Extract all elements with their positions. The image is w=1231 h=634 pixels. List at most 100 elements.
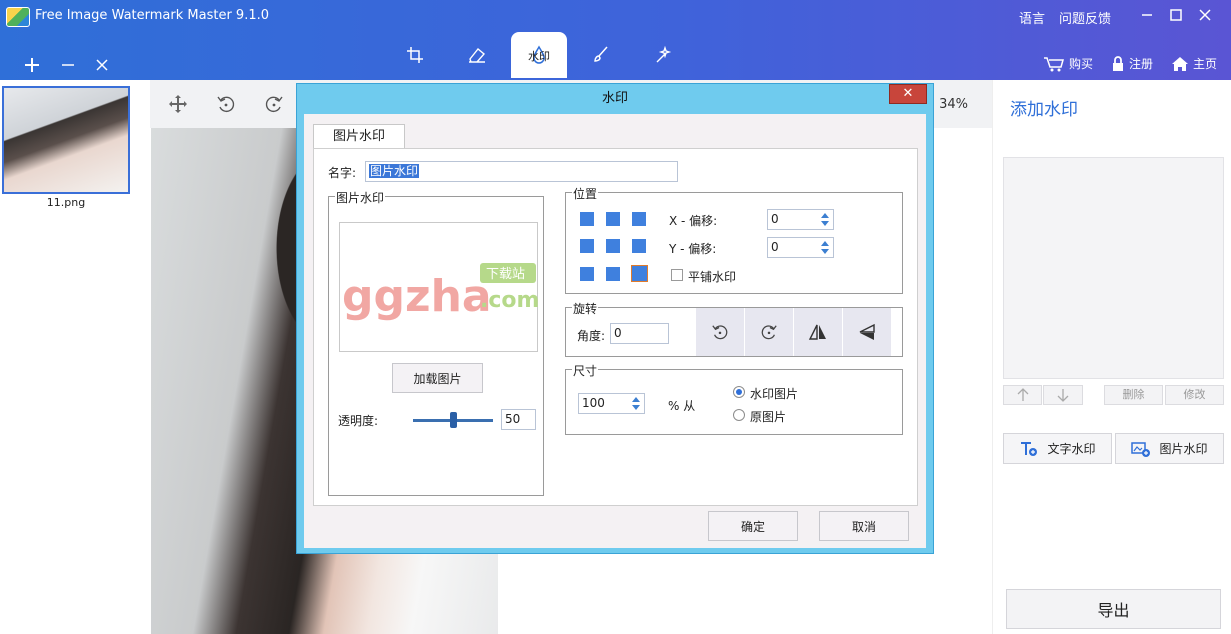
home-button[interactable]: 主页 bbox=[1171, 55, 1217, 72]
crop-icon bbox=[407, 47, 423, 63]
app-window: Free Image Watermark Master 9.1.0 语言 问题反… bbox=[0, 0, 1231, 634]
cart-icon bbox=[1043, 56, 1064, 71]
position-group-title: 位置 bbox=[572, 185, 599, 202]
rotate-left-icon[interactable] bbox=[202, 80, 250, 128]
watermark-list[interactable] bbox=[1003, 157, 1224, 379]
dialog-content: 名字: 图片水印 图片水印 ggzha 下载站 .com 加载图片 透明度: 5… bbox=[313, 148, 918, 506]
panel-title: 添加水印 bbox=[1010, 100, 1078, 120]
size-value: 100 bbox=[582, 396, 605, 410]
add-text-watermark-button[interactable]: 文字水印 bbox=[1003, 433, 1112, 464]
rotate-right-button[interactable] bbox=[745, 308, 793, 356]
logo-badge-text: 下载站 bbox=[486, 267, 525, 282]
tab-watermark[interactable]: 水印 bbox=[511, 32, 567, 78]
ok-button[interactable]: 确定 bbox=[708, 511, 798, 541]
size-input[interactable]: 100 bbox=[578, 393, 645, 414]
add-icon[interactable] bbox=[22, 56, 42, 76]
spinner-arrows-icon[interactable] bbox=[630, 395, 642, 412]
watermark-dialog: 水印 ✕ 图片水印 名字: 图片水印 图片水印 ggzha 下载站 .com 加… bbox=[296, 83, 934, 554]
logo-sub-text: .com bbox=[480, 288, 539, 313]
angle-label: 角度: bbox=[577, 329, 606, 343]
spinner-arrows-icon[interactable] bbox=[819, 239, 831, 256]
title-links: 语言 问题反馈 bbox=[1019, 8, 1111, 27]
move-icon[interactable] bbox=[154, 80, 202, 128]
close-icon[interactable] bbox=[1196, 9, 1214, 27]
y-offset-label: Y - 偏移: bbox=[669, 242, 717, 256]
export-button[interactable]: 导出 bbox=[1006, 589, 1221, 629]
add-image-watermark-button[interactable]: 图片水印 bbox=[1115, 433, 1224, 464]
cancel-button[interactable]: 取消 bbox=[819, 511, 909, 541]
register-button[interactable]: 注册 bbox=[1111, 55, 1153, 72]
text-add-icon bbox=[1021, 441, 1038, 456]
lock-icon bbox=[1112, 55, 1123, 71]
app-logo-icon bbox=[6, 7, 30, 27]
position-top-center[interactable] bbox=[606, 212, 620, 226]
radio-watermark-image[interactable] bbox=[733, 386, 745, 398]
position-top-right[interactable] bbox=[632, 212, 646, 226]
rotate-group: 旋转 角度: 0 bbox=[565, 300, 903, 357]
flip-vertical-icon bbox=[859, 323, 875, 340]
watermark-logo-image: ggzha 下载站 .com bbox=[342, 263, 539, 322]
file-thumbnail[interactable] bbox=[2, 86, 130, 194]
radio-watermark-label: 水印图片 bbox=[750, 387, 799, 401]
app-title: Free Image Watermark Master 9.1.0 bbox=[35, 8, 270, 23]
position-middle-center[interactable] bbox=[606, 239, 620, 253]
watermark-panel: 添加水印 删除 修改 文字水印 图片水印 导出 bbox=[992, 80, 1231, 634]
rotate-right-icon[interactable] bbox=[250, 80, 298, 128]
name-input[interactable]: 图片水印 bbox=[365, 161, 678, 182]
position-middle-right[interactable] bbox=[632, 239, 646, 253]
text-watermark-label: 文字水印 bbox=[1047, 442, 1096, 456]
tab-eraser[interactable] bbox=[449, 32, 505, 78]
file-name: 11.png bbox=[46, 196, 86, 209]
x-offset-input[interactable]: 0 bbox=[767, 209, 834, 230]
tab-brush[interactable] bbox=[573, 32, 629, 78]
position-group: 位置 X - 偏移: 0 Y - 偏移: 0 平铺水印 bbox=[565, 185, 903, 294]
home-icon bbox=[1171, 56, 1188, 71]
angle-input[interactable]: 0 bbox=[610, 323, 669, 344]
move-up-button[interactable] bbox=[1003, 385, 1042, 405]
minimize-icon[interactable] bbox=[1138, 9, 1156, 27]
file-list-panel: 11.png bbox=[0, 80, 150, 634]
feedback-link[interactable]: 问题反馈 bbox=[1059, 8, 1111, 27]
rotate-right-icon bbox=[761, 325, 777, 340]
dialog-close-icon[interactable]: ✕ bbox=[889, 84, 927, 104]
zoom-level: 34% bbox=[939, 97, 968, 112]
buy-button[interactable]: 购买 bbox=[1043, 55, 1093, 72]
dialog-body: 图片水印 名字: 图片水印 图片水印 ggzha 下载站 .com 加载图片 透… bbox=[304, 114, 926, 548]
position-bottom-left[interactable] bbox=[580, 267, 594, 281]
opacity-slider-track[interactable] bbox=[413, 412, 493, 428]
flip-vertical-button[interactable] bbox=[843, 308, 891, 356]
remove-icon[interactable] bbox=[58, 56, 78, 76]
tile-checkbox[interactable] bbox=[671, 269, 683, 281]
position-bottom-right[interactable] bbox=[631, 265, 648, 282]
position-middle-left[interactable] bbox=[580, 239, 594, 253]
tile-label: 平铺水印 bbox=[688, 270, 737, 284]
position-top-left[interactable] bbox=[580, 212, 594, 226]
position-bottom-center[interactable] bbox=[606, 267, 620, 281]
flip-horizontal-button[interactable] bbox=[794, 308, 842, 356]
y-offset-input[interactable]: 0 bbox=[767, 237, 834, 258]
radio-original-image[interactable] bbox=[733, 409, 745, 421]
opacity-slider-thumb[interactable] bbox=[449, 412, 457, 428]
opacity-label: 透明度: bbox=[338, 414, 379, 428]
language-link[interactable]: 语言 bbox=[1019, 8, 1045, 27]
clear-icon[interactable] bbox=[92, 56, 112, 76]
modify-button[interactable]: 修改 bbox=[1165, 385, 1224, 405]
percent-from-label: % 从 bbox=[668, 399, 696, 413]
delete-button[interactable]: 删除 bbox=[1104, 385, 1163, 405]
rotate-left-icon bbox=[712, 325, 728, 340]
size-group-title: 尺寸 bbox=[572, 362, 599, 379]
x-offset-label: X - 偏移: bbox=[669, 214, 718, 228]
image-watermark-group: 图片水印 ggzha 下载站 .com 加载图片 透明度: 50 bbox=[328, 189, 544, 496]
register-label: 注册 bbox=[1128, 57, 1153, 71]
image-watermark-label: 图片水印 bbox=[1159, 442, 1208, 456]
tab-magic[interactable] bbox=[635, 32, 691, 78]
maximize-icon[interactable] bbox=[1167, 9, 1185, 27]
rotate-left-button[interactable] bbox=[696, 308, 744, 356]
load-image-button[interactable]: 加载图片 bbox=[392, 363, 483, 393]
opacity-input[interactable]: 50 bbox=[501, 409, 536, 430]
spinner-arrows-icon[interactable] bbox=[819, 211, 831, 228]
radio-original-label: 原图片 bbox=[750, 410, 787, 424]
move-down-button[interactable] bbox=[1043, 385, 1083, 405]
tab-image-watermark[interactable]: 图片水印 bbox=[313, 124, 405, 149]
tab-crop[interactable] bbox=[387, 32, 443, 78]
